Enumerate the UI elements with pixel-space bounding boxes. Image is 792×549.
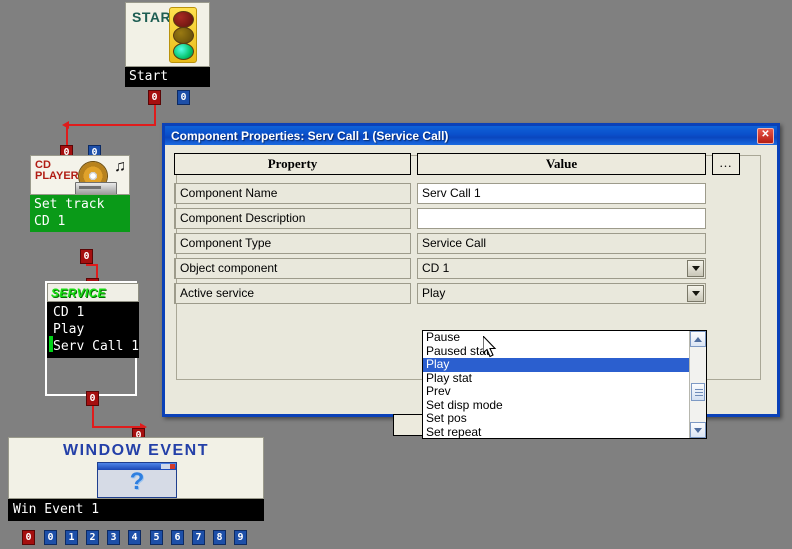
node-start[interactable]: START Start — [125, 2, 210, 87]
dropdown-list[interactable]: Pause Paused stat Play Play stat Prev Se… — [423, 331, 689, 438]
chevron-down-icon[interactable] — [687, 260, 704, 277]
chevron-up-icon[interactable] — [690, 331, 706, 347]
table-row[interactable]: Component Name Serv Call 1 — [174, 183, 706, 204]
we-badge-out-7[interactable]: 6 — [171, 530, 184, 545]
component-properties-dialog[interactable]: Component Properties: Serv Call 1 (Servi… — [162, 123, 780, 439]
cd-badge-out-0[interactable]: 0 — [80, 249, 93, 264]
dropdown-option-play[interactable]: Play — [423, 357, 689, 372]
window-event-node-icon: WINDOW EVENT ? — [8, 437, 264, 499]
dropdown-option-play-stat[interactable]: Play stat — [423, 371, 689, 386]
dialog-title: Component Properties: Serv Call 1 (Servi… — [171, 128, 449, 143]
combo-object-component[interactable]: CD 1 — [417, 258, 706, 279]
we-badge-out-9[interactable]: 8 — [213, 530, 226, 545]
close-icon[interactable]: ✕ — [757, 128, 774, 144]
table-row[interactable]: Component Type Service Call — [174, 233, 706, 254]
cd-deck-icon — [75, 182, 117, 194]
start-badge-out-0[interactable]: 0 — [148, 90, 161, 105]
input-component-name[interactable]: Serv Call 1 — [417, 183, 706, 204]
row-label-component-description: Component Description — [174, 208, 411, 229]
dropdown-active-service[interactable]: Pause Paused stat Play Play stat Prev Se… — [422, 330, 707, 439]
column-header-value[interactable]: Value — [417, 153, 706, 175]
grid-header-row: Property Value ... — [174, 153, 740, 175]
node-window-event[interactable]: WINDOW EVENT ? Win Event 1 — [8, 437, 264, 521]
traffic-light-icon — [169, 7, 197, 63]
we-badge-out-6[interactable]: 5 — [150, 530, 163, 545]
start-badge-out-1[interactable]: 0 — [177, 90, 190, 105]
dropdown-option-set-repeat[interactable]: Set repeat — [423, 425, 689, 438]
scrollbar-thumb[interactable] — [691, 383, 705, 401]
music-note-icon: ♫ — [114, 158, 126, 175]
question-window-icon: ? — [97, 462, 177, 498]
input-component-description[interactable] — [417, 208, 706, 229]
service-call-status-bar — [49, 336, 53, 352]
dialog-body: Property Value ... Component Name Serv C… — [168, 148, 774, 439]
dialog-title-bar[interactable]: Component Properties: Serv Call 1 (Servi… — [165, 126, 777, 145]
we-badge-out-4[interactable]: 3 — [107, 530, 120, 545]
service-call-header: SERVICE CALL — [47, 283, 139, 302]
we-badge-out-0[interactable]: 0 — [22, 530, 35, 545]
row-label-object-component: Object component — [174, 258, 411, 279]
row-label-component-name: Component Name — [174, 183, 411, 204]
flow-canvas[interactable]: START Start 0 0 0 0 CD PLAYER ♫ Set track… — [0, 0, 792, 549]
combo-active-service-value: Play — [422, 286, 446, 300]
dropdown-scrollbar[interactable] — [689, 331, 706, 438]
column-header-property[interactable]: Property — [174, 153, 411, 175]
dropdown-option-set-disp-mode[interactable]: Set disp mode — [423, 398, 689, 413]
we-badge-out-3[interactable]: 2 — [86, 530, 99, 545]
service-call-title: SERVICE CALL — [51, 286, 106, 301]
node-cd-player[interactable]: CD PLAYER ♫ Set track CD 1 — [30, 155, 130, 232]
start-node-icon: START — [125, 2, 210, 67]
node-service-call[interactable]: SERVICE CALL CD 1 Play Serv Call 1 — [45, 281, 141, 360]
window-event-title: WINDOW EVENT — [63, 442, 209, 459]
we-badge-out-10[interactable]: 9 — [234, 530, 247, 545]
table-row[interactable]: Active service Play — [174, 283, 706, 304]
chevron-down-icon[interactable] — [687, 285, 704, 302]
wire-start-horizontal — [67, 124, 156, 126]
chevron-down-icon[interactable] — [690, 422, 706, 438]
we-badge-out-1[interactable]: 0 — [44, 530, 57, 545]
service-call-body: CD 1 Play Serv Call 1 — [47, 302, 139, 358]
svc-badge-out-0[interactable]: 0 — [86, 391, 99, 406]
window-event-node-label: Win Event 1 — [8, 499, 264, 521]
dropdown-option-pause[interactable]: Pause — [423, 331, 689, 345]
dropdown-option-paused-stat[interactable]: Paused stat — [423, 344, 689, 359]
cd-player-node-icon: CD PLAYER ♫ — [30, 155, 130, 195]
table-row[interactable]: Component Description — [174, 208, 706, 229]
row-label-active-service: Active service — [174, 283, 411, 304]
row-label-component-type: Component Type — [174, 233, 411, 254]
dropdown-option-set-pos[interactable]: Set pos — [423, 411, 689, 426]
we-badge-out-8[interactable]: 7 — [192, 530, 205, 545]
we-badge-out-2[interactable]: 1 — [65, 530, 78, 545]
dropdown-option-prev[interactable]: Prev — [423, 384, 689, 399]
table-row[interactable]: Object component CD 1 — [174, 258, 706, 279]
ellipsis-button[interactable]: ... — [712, 153, 740, 175]
combo-object-component-value: CD 1 — [422, 261, 450, 275]
we-badge-out-5[interactable]: 4 — [128, 530, 141, 545]
cd-player-title: CD PLAYER — [35, 159, 79, 182]
value-component-type: Service Call — [417, 233, 706, 254]
cd-player-node-label: Set track CD 1 — [30, 195, 130, 232]
start-node-label: Start — [125, 67, 210, 87]
combo-active-service[interactable]: Play — [417, 283, 706, 304]
